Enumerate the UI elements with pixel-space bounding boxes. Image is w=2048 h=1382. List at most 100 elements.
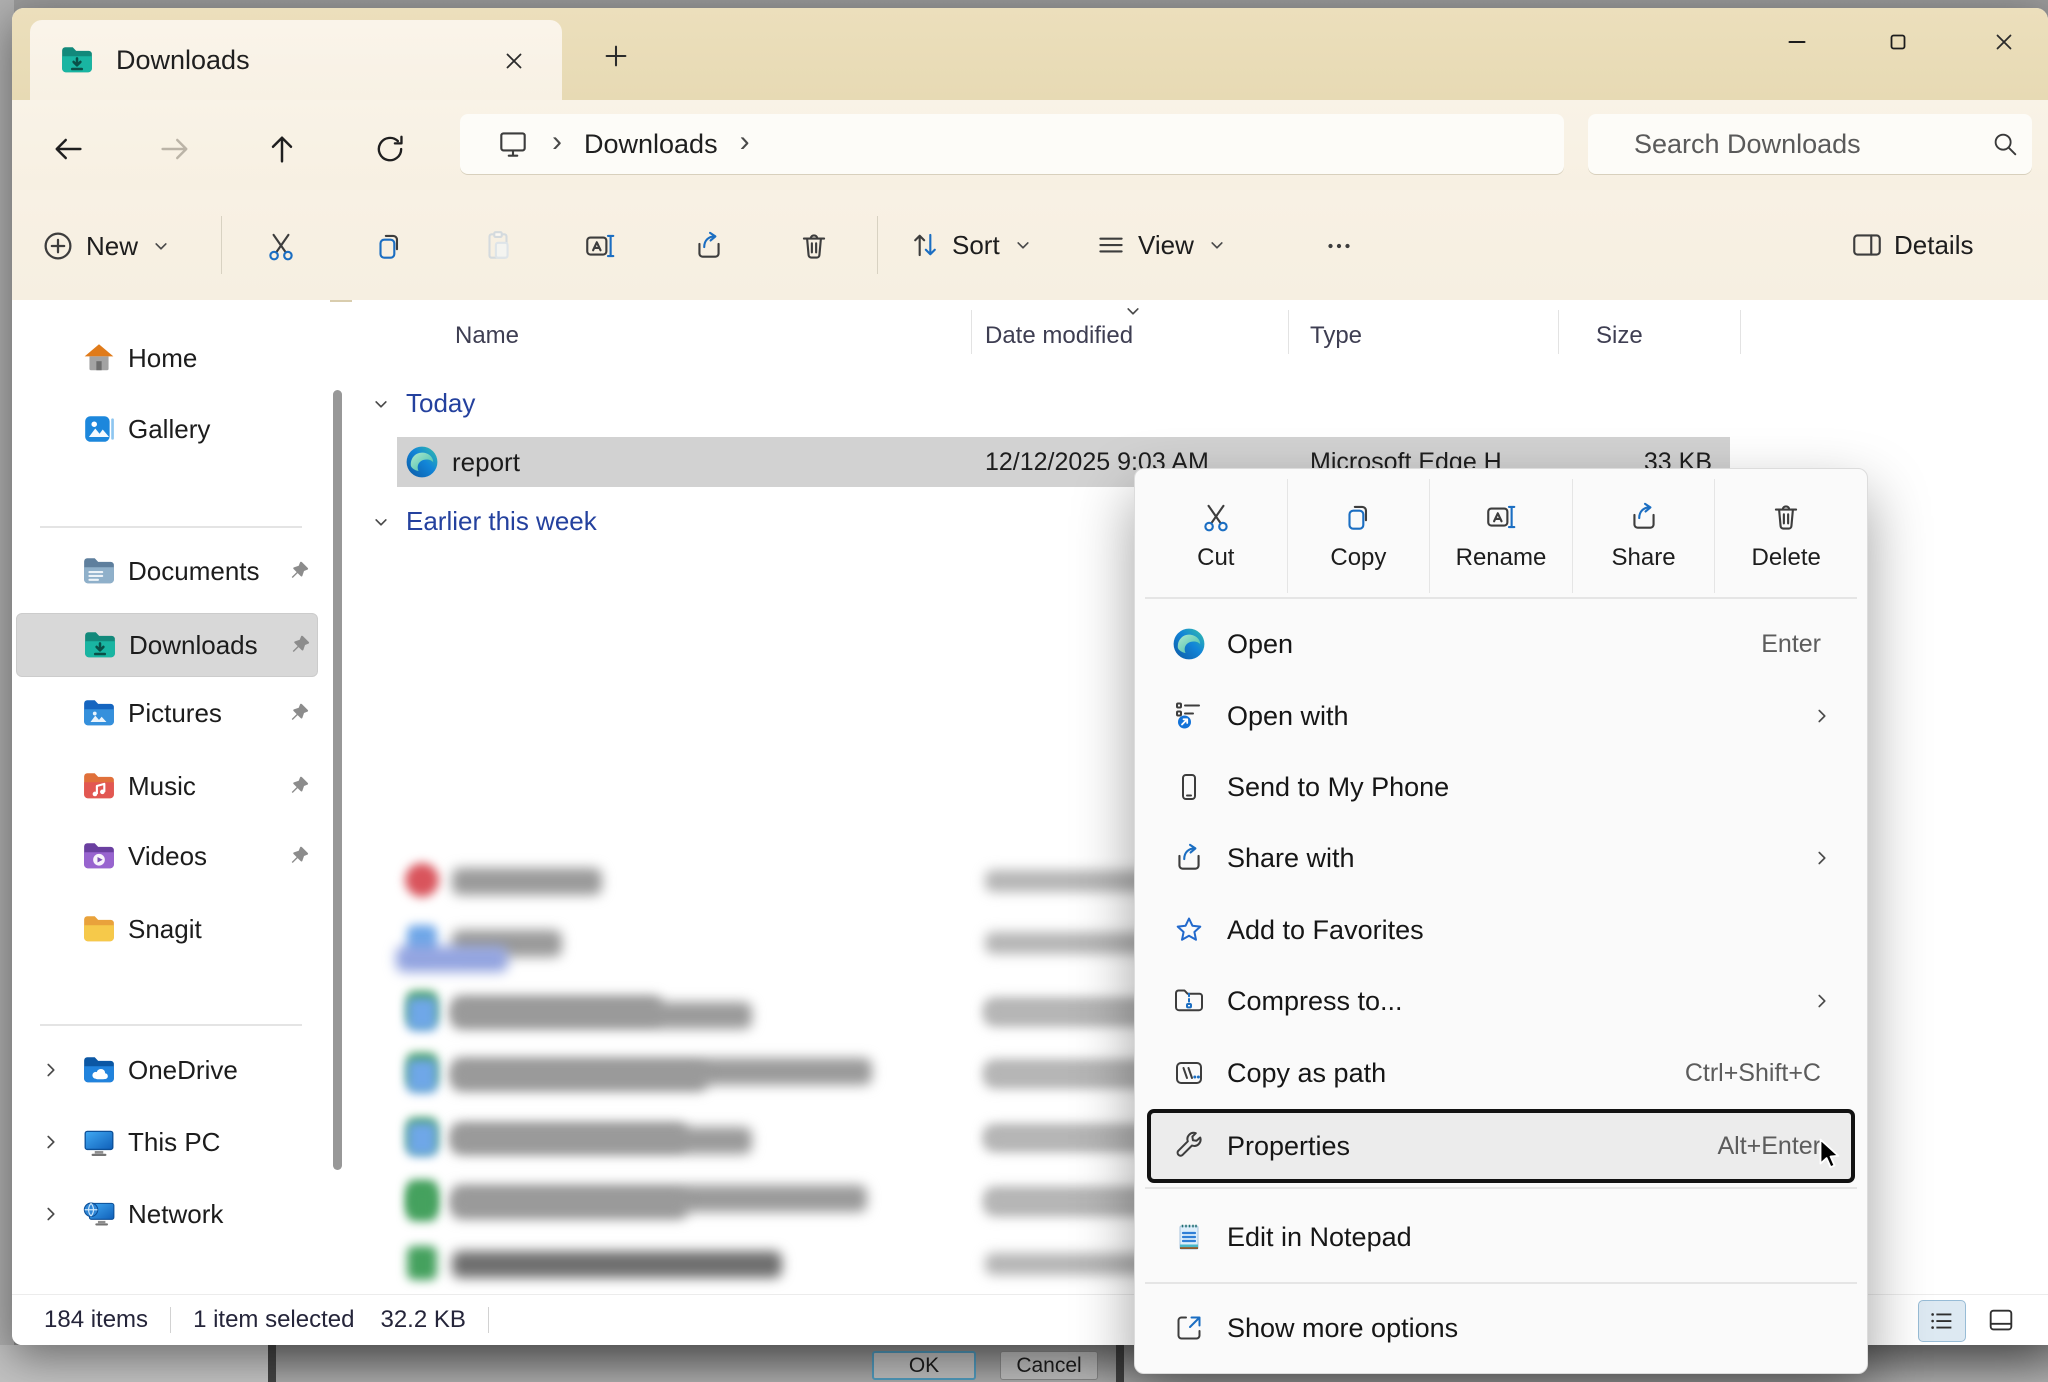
context-menu-item-add-to-favorites[interactable]: Add to Favorites — [1149, 895, 1853, 965]
column-separator[interactable] — [1740, 310, 1741, 354]
sidebar-item-pictures[interactable]: Pictures — [16, 682, 316, 744]
context-menu-item-show-more-options[interactable]: Show more options — [1149, 1293, 1853, 1363]
address-bar[interactable]: › Downloads › — [460, 114, 1564, 174]
quick-action-cut[interactable]: Cut — [1145, 479, 1288, 593]
context-menu-item-open[interactable]: Open Enter — [1149, 609, 1853, 679]
tab-close-icon[interactable] — [494, 42, 534, 80]
status-divider — [170, 1307, 171, 1333]
copy-button[interactable] — [362, 224, 416, 268]
edge-icon — [1169, 627, 1209, 661]
folder-music-icon — [82, 771, 116, 801]
chevron-right-icon[interactable] — [40, 1203, 62, 1225]
context-menu-item-properties[interactable]: Properties Alt+Enter — [1149, 1111, 1853, 1181]
context-menu-item-copy-as-path[interactable]: Copy as path Ctrl+Shift+C — [1149, 1038, 1853, 1108]
new-button[interactable]: New — [40, 228, 172, 264]
sidebar-item-music[interactable]: Music — [16, 755, 316, 817]
chevron-down-icon[interactable] — [370, 511, 392, 533]
paste-button[interactable] — [471, 224, 525, 268]
sidebar-item-documents[interactable]: Documents — [16, 540, 316, 602]
file-green-icon — [405, 1187, 439, 1221]
group-label: Earlier this week — [406, 506, 597, 537]
close-button[interactable] — [1969, 16, 2039, 68]
column-separator[interactable] — [1558, 310, 1559, 354]
see-more-button[interactable] — [1312, 224, 1366, 268]
details-pane-button[interactable]: Details — [1850, 228, 1983, 262]
column-separator[interactable] — [1288, 310, 1289, 354]
menu-divider — [1145, 1187, 1857, 1189]
tab-downloads[interactable]: Downloads — [30, 20, 562, 100]
breadcrumb-chevron-icon: › — [740, 125, 750, 159]
column-separator[interactable] — [971, 310, 972, 354]
file-blue-icon — [405, 997, 439, 1031]
monitor-icon[interactable] — [496, 127, 530, 161]
menu-item-label: Show more options — [1227, 1313, 1458, 1344]
chevron-right-icon — [1811, 847, 1833, 869]
context-menu-item-edit-in-notepad[interactable]: Edit in Notepad — [1149, 1202, 1853, 1272]
pin-icon — [288, 775, 310, 797]
context-menu-item-send-to-my-phone[interactable]: Send to My Phone — [1149, 752, 1853, 822]
background-window-border — [268, 1345, 276, 1382]
details-view-toggle[interactable] — [1918, 1300, 1966, 1342]
delete-button[interactable] — [787, 224, 841, 268]
sidebar-item-home[interactable]: Home — [16, 327, 316, 389]
context-menu-item-compress-to[interactable]: Compress to... — [1149, 966, 1853, 1036]
minimize-button[interactable] — [1762, 16, 1832, 68]
file-green-icon — [405, 1246, 439, 1280]
group-header-earlier-this-week[interactable]: Earlier this week — [370, 506, 597, 537]
pin-icon — [288, 560, 310, 582]
share-icon — [1627, 500, 1661, 534]
sidebar-item-snagit[interactable]: Snagit — [16, 898, 316, 960]
copy-icon — [1341, 500, 1375, 534]
sidebar-item-downloads[interactable]: Downloads — [16, 613, 318, 677]
column-header-type[interactable]: Type — [1310, 322, 1362, 350]
group-header-blurred[interactable] — [396, 946, 508, 972]
search-box[interactable] — [1588, 114, 2032, 174]
search-input[interactable] — [1632, 128, 1990, 161]
search-icon[interactable] — [1990, 129, 2020, 159]
thumbnail-view-toggle[interactable] — [1978, 1300, 2024, 1340]
blurred-file-name — [452, 1127, 752, 1154]
sidebar-scrollbar[interactable] — [333, 390, 342, 1170]
quick-action-copy[interactable]: Copy — [1288, 479, 1431, 593]
group-header-today[interactable]: Today — [370, 388, 475, 419]
back-button[interactable] — [40, 126, 96, 172]
quick-action-delete[interactable]: Delete — [1715, 479, 1857, 593]
quick-action-label: Delete — [1751, 544, 1820, 572]
breadcrumb-downloads[interactable]: Downloads — [584, 129, 718, 160]
context-menu-item-open-with[interactable]: Open with — [1149, 681, 1853, 751]
quick-action-share[interactable]: Share — [1573, 479, 1716, 593]
view-button[interactable]: View — [1094, 228, 1228, 262]
downloads-folder-icon — [60, 45, 94, 75]
refresh-button[interactable] — [362, 126, 418, 172]
column-header-name[interactable]: Name — [455, 322, 519, 350]
background-ok-button[interactable]: OK — [872, 1351, 976, 1380]
background-cancel-button[interactable]: Cancel — [1000, 1351, 1098, 1380]
new-tab-button[interactable] — [590, 34, 642, 78]
sidebar-item-videos[interactable]: Videos — [16, 825, 316, 887]
pin-icon — [288, 702, 310, 724]
sort-button[interactable]: Sort — [908, 228, 1034, 262]
context-menu-item-share-with[interactable]: Share with — [1149, 823, 1853, 893]
sidebar-item-this-pc[interactable]: This PC — [16, 1111, 316, 1173]
screen: OK Cancel Downloads › Downloads › — [0, 0, 2048, 1382]
chevron-right-icon[interactable] — [40, 1059, 62, 1081]
sidebar-item-gallery[interactable]: Gallery — [16, 398, 316, 460]
up-button[interactable] — [254, 126, 310, 172]
sidebar-item-onedrive[interactable]: OneDrive — [16, 1039, 316, 1101]
menu-item-label: Properties — [1227, 1131, 1350, 1162]
chevron-right-icon[interactable] — [40, 1131, 62, 1153]
maximize-button[interactable] — [1863, 16, 1933, 68]
quick-action-rename[interactable]: Rename — [1430, 479, 1573, 593]
sidebar-divider — [40, 526, 302, 528]
menu-item-label: Open with — [1227, 701, 1349, 732]
sidebar-divider — [40, 1024, 302, 1026]
column-header-date-modified[interactable]: Date modified — [985, 322, 1133, 350]
share-button[interactable] — [682, 224, 736, 268]
sort-label: Sort — [952, 230, 1000, 261]
forward-button[interactable] — [147, 126, 203, 172]
sidebar-item-network[interactable]: Network — [16, 1183, 316, 1245]
column-header-size[interactable]: Size — [1596, 322, 1643, 350]
chevron-down-icon[interactable] — [370, 393, 392, 415]
cut-button[interactable] — [254, 224, 308, 268]
rename-button[interactable] — [573, 224, 627, 268]
